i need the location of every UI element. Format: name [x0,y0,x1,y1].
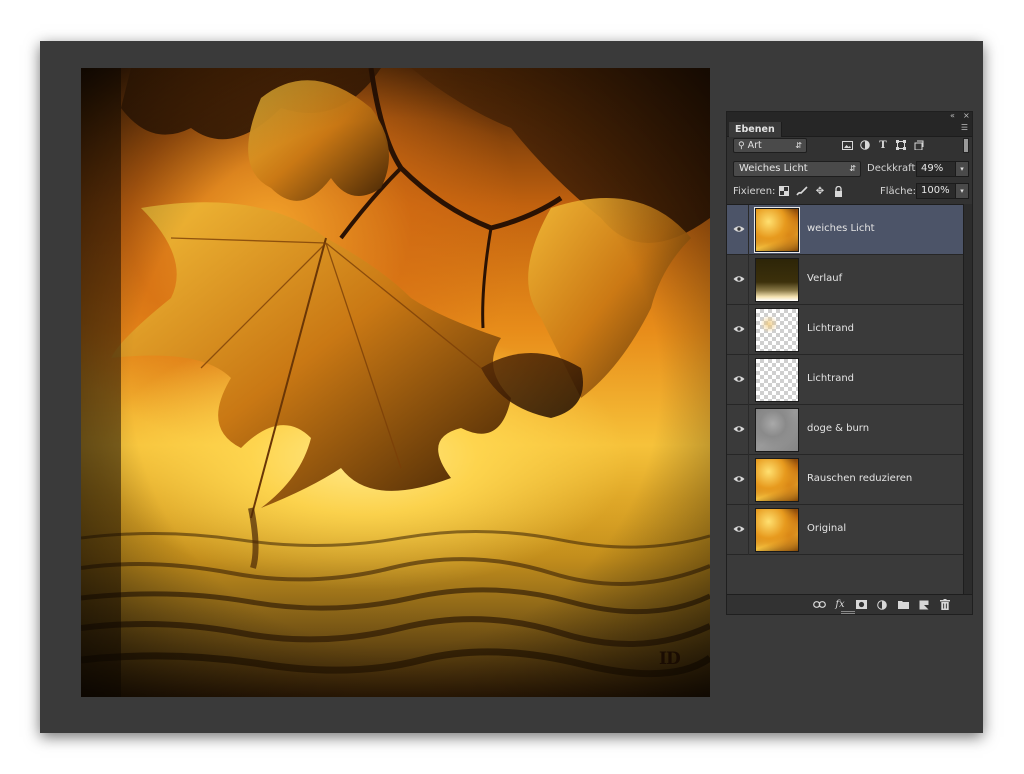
blend-mode-select[interactable]: Weiches Licht ⇵ [733,161,861,177]
adjustment-filter-icon[interactable] [859,139,871,151]
layer-row[interactable]: Verlauf [727,255,963,305]
panel-menu-icon[interactable]: ☰ [961,123,968,132]
chevron-updown-icon: ⇵ [795,141,802,150]
layer-row[interactable]: weiches Licht [727,205,963,255]
layer-thumbnail [755,408,799,452]
fx-icon[interactable]: fx [833,598,847,611]
delete-layer-icon[interactable] [938,598,952,611]
layer-thumbnail [755,308,799,352]
visibility-eye-icon[interactable] [732,222,746,236]
shape-filter-icon[interactable] [895,139,907,151]
layer-divider [748,455,749,505]
image-canvas[interactable]: ID [81,68,710,697]
lock-position-icon[interactable]: ✥ [814,185,826,197]
layer-row[interactable]: Rauschen reduzieren [727,455,963,505]
panel-titlebar: « × [727,111,972,122]
layer-name: doge & burn [807,423,870,434]
layer-name: Rauschen reduzieren [807,473,913,484]
layer-name: Lichtrand [807,323,855,334]
smart-object-filter-icon[interactable] [913,139,925,151]
new-group-icon[interactable] [896,598,910,611]
lock-label: Fixieren: [733,186,776,197]
opacity-input[interactable]: 49% [916,161,956,177]
visibility-eye-icon[interactable] [732,272,746,286]
image-filter-icon[interactable] [841,139,853,151]
chevron-updown-icon: ⇵ [849,164,856,173]
panel-tab-row: Ebenen ☰ [727,122,972,137]
layer-name: Verlauf [807,273,843,284]
layer-row[interactable]: doge & burn [727,405,963,455]
layer-divider [748,205,749,255]
layer-row[interactable]: Lichtrand [727,305,963,355]
lock-all-icon[interactable] [832,185,844,197]
close-icon[interactable]: × [963,111,970,121]
layers-panel: « × Ebenen ☰ ⚲ Art ⇵ T Weiches Licht ⇵ D… [726,111,973,615]
lock-image-pixels-icon[interactable] [796,185,808,197]
layer-divider [748,355,749,405]
add-mask-icon[interactable] [854,598,868,611]
opacity-label: Deckkraft: [867,163,919,174]
type-filter-icon[interactable]: T [877,139,889,151]
visibility-eye-icon[interactable] [732,422,746,436]
visibility-eye-icon[interactable] [732,322,746,336]
opacity-dropdown-button[interactable]: ▾ [955,161,969,177]
visibility-eye-icon[interactable] [732,472,746,486]
layer-name: Lichtrand [807,373,855,384]
link-layers-icon[interactable] [812,598,826,611]
collapse-icon[interactable]: « [950,111,955,121]
layer-thumbnail [755,458,799,502]
layers-list: weiches Licht Verlauf Lichtrand Lichtran… [727,204,963,594]
canvas-artwork [81,68,710,697]
search-icon: ⚲ [738,141,745,151]
layer-name: Original [807,523,847,534]
blend-mode-value: Weiches Licht [739,163,808,174]
visibility-eye-icon[interactable] [732,372,746,386]
layer-row[interactable]: Lichtrand [727,355,963,405]
filter-toggle[interactable] [963,138,969,153]
fill-input[interactable]: 100% [916,183,956,199]
tab-ebenen[interactable]: Ebenen [729,122,782,137]
visibility-eye-icon[interactable] [732,522,746,536]
layer-divider [748,255,749,305]
layer-name: weiches Licht [807,223,875,234]
new-adjustment-layer-icon[interactable] [875,598,889,611]
layer-row[interactable]: Original [727,505,963,555]
resize-grip[interactable] [841,611,855,614]
layer-divider [748,405,749,455]
lock-transparent-pixels-icon[interactable] [778,185,790,197]
layer-thumbnail [755,508,799,552]
filter-type-label: Art [747,140,762,151]
signature-text: ID [659,649,681,669]
layer-thumbnail [755,258,799,302]
layer-filter-select[interactable]: ⚲ Art ⇵ [733,138,807,153]
layers-scrollbar[interactable] [963,204,972,594]
layer-thumbnail [754,207,800,253]
layer-divider [748,505,749,555]
fill-dropdown-button[interactable]: ▾ [955,183,969,199]
layer-divider [748,305,749,355]
fill-label: Fläche: [880,186,917,197]
new-layer-icon[interactable] [917,598,931,611]
layer-thumbnail [755,358,799,402]
